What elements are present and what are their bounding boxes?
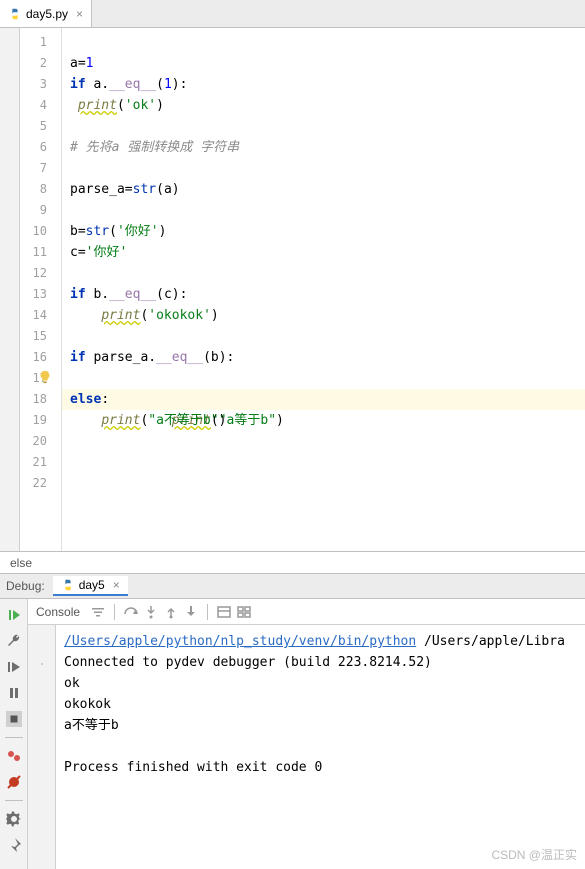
tab-close-icon[interactable]: × xyxy=(72,7,83,21)
separator xyxy=(5,737,23,738)
console-tab-bar: Console xyxy=(28,599,585,625)
run-to-cursor-icon[interactable] xyxy=(183,604,199,620)
console-area: Console /Users/apple/pyth xyxy=(28,599,585,869)
gutter: 1 2 3 4 5 6 7 8 9 10 11 12 13 14 15 16 1… xyxy=(20,28,62,551)
separator xyxy=(5,800,23,801)
line-number: 20 xyxy=(20,431,61,452)
line-number: 13 xyxy=(20,284,61,305)
code-line: if a.__eq__(1): xyxy=(62,74,585,95)
separator xyxy=(114,604,115,620)
step-over-icon[interactable] xyxy=(123,604,139,620)
code-line: else: xyxy=(62,389,585,410)
code-line: if b.__eq__(c): xyxy=(62,284,585,305)
code-line: # 先将a 强制转换成 字符串 xyxy=(62,137,585,158)
code-line xyxy=(62,200,585,221)
intention-bulb-icon[interactable] xyxy=(38,370,52,384)
console-link[interactable]: /Users/apple/python/nlp_study/venv/bin/p… xyxy=(64,634,416,649)
console-text: a不等于b xyxy=(64,718,119,733)
console-text: okokok xyxy=(64,697,111,712)
console-text: Connected to pydev debugger (build 223.8… xyxy=(64,655,432,670)
code-line xyxy=(62,32,585,53)
console-output[interactable]: /Users/apple/python/nlp_study/venv/bin/p… xyxy=(56,625,585,869)
code-wrapper: 1 2 3 4 5 6 7 8 9 10 11 12 13 14 15 16 1… xyxy=(20,28,585,551)
step-into-icon[interactable] xyxy=(143,604,159,620)
line-number: 11 xyxy=(20,242,61,263)
line-number: 14 xyxy=(20,305,61,326)
line-number: 5 xyxy=(20,116,61,137)
line-number: 4 xyxy=(20,95,61,116)
editor-area: 1 2 3 4 5 6 7 8 9 10 11 12 13 14 15 16 1… xyxy=(0,28,585,551)
breadcrumb-text: else xyxy=(10,556,32,570)
line-number: 6 xyxy=(20,137,61,158)
console-text: ok xyxy=(64,676,80,691)
line-number: 21 xyxy=(20,452,61,473)
code-line xyxy=(62,431,585,452)
code-line: c='你好' xyxy=(62,242,585,263)
line-number: 1 xyxy=(20,32,61,53)
line-number: 10 xyxy=(20,221,61,242)
console-side-toolbar xyxy=(28,625,56,869)
editor-tab-day5[interactable]: day5.py × xyxy=(0,0,92,27)
tab-filename: day5.py xyxy=(26,7,68,21)
console-tab[interactable]: Console xyxy=(30,603,86,621)
rerun-icon[interactable] xyxy=(6,607,22,623)
line-number: 18 xyxy=(20,389,61,410)
editor-tab-bar: day5.py × xyxy=(0,0,585,28)
code-line xyxy=(62,452,585,473)
pause-icon[interactable] xyxy=(6,685,22,701)
scroll-to-end-icon[interactable] xyxy=(41,663,43,665)
debug-label: Debug: xyxy=(6,579,45,593)
stop-icon[interactable] xyxy=(6,711,22,727)
code-line: b=str('你好') xyxy=(62,221,585,242)
debug-action-toolbar xyxy=(0,599,28,869)
watermark: CSDN @温正实 xyxy=(491,846,577,863)
filter-icon[interactable] xyxy=(90,604,106,620)
debug-config-tab[interactable]: day5 × xyxy=(53,576,128,596)
code-line: print('okokok') xyxy=(62,305,585,326)
debug-toolbar: Debug: day5 × xyxy=(0,573,585,599)
pin-icon[interactable] xyxy=(6,837,22,853)
line-number: 7 xyxy=(20,158,61,179)
step-out-icon[interactable] xyxy=(163,604,179,620)
console-text: Process finished with exit code 0 xyxy=(64,760,322,775)
separator xyxy=(207,604,208,620)
code-line: a=1 xyxy=(62,53,585,74)
code-line: parse_a=str(a) xyxy=(62,179,585,200)
project-tool-rail[interactable] xyxy=(0,28,20,551)
python-file-icon xyxy=(61,578,75,592)
debug-tab-close-icon[interactable]: × xyxy=(109,578,120,592)
line-number: 9 xyxy=(20,200,61,221)
debug-config-name: day5 xyxy=(79,578,105,592)
layout-icon[interactable] xyxy=(236,604,252,620)
line-number: 16 xyxy=(20,347,61,368)
python-file-icon xyxy=(8,7,22,21)
mute-breakpoints-icon[interactable] xyxy=(6,774,22,790)
breadcrumb[interactable]: else xyxy=(0,551,585,573)
code-line xyxy=(62,326,585,347)
settings-icon[interactable] xyxy=(6,811,22,827)
console-output-wrap: /Users/apple/python/nlp_study/venv/bin/p… xyxy=(28,625,585,869)
code-line xyxy=(62,116,585,137)
line-number: 8 xyxy=(20,179,61,200)
line-number: 12 xyxy=(20,263,61,284)
code-editor[interactable]: a=1 if a.__eq__(1): print('ok') # 先将a 强制… xyxy=(62,28,585,551)
code-line xyxy=(62,263,585,284)
resume-icon[interactable] xyxy=(6,659,22,675)
code-line xyxy=(62,473,585,494)
debug-panel: Console /Users/apple/pyth xyxy=(0,599,585,869)
wrench-icon[interactable] xyxy=(6,633,22,649)
code-line: if parse_a.__eq__(b): xyxy=(62,347,585,368)
line-number: 15 xyxy=(20,326,61,347)
line-number: 19 xyxy=(20,410,61,431)
evaluate-icon[interactable] xyxy=(216,604,232,620)
code-line: print("a不等于b") xyxy=(62,410,585,431)
code-line: print("a等于b") xyxy=(62,368,585,389)
line-number: 3 xyxy=(20,74,61,95)
view-breakpoints-icon[interactable] xyxy=(6,748,22,764)
line-number: 22 xyxy=(20,473,61,494)
line-number: 2 xyxy=(20,53,61,74)
code-line xyxy=(62,158,585,179)
code-line: print('ok') xyxy=(62,95,585,116)
